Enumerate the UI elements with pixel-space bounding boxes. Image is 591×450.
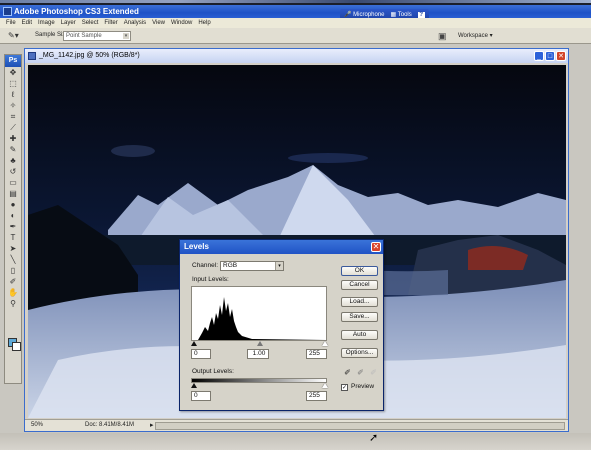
black-point-eyedropper-icon[interactable]: ✐ xyxy=(343,368,352,377)
marquee-tool-icon[interactable]: ⬚ xyxy=(5,78,21,89)
menu-file[interactable]: File xyxy=(6,20,16,26)
input-black-slider[interactable] xyxy=(191,341,197,346)
save-button[interactable]: Save... xyxy=(341,312,378,322)
photoshop-app-icon xyxy=(3,7,12,16)
status-menu-arrow-icon[interactable]: ▸ xyxy=(150,420,154,431)
hand-tool-icon[interactable]: ✋ xyxy=(5,287,21,298)
horizontal-scrollbar[interactable] xyxy=(155,422,565,430)
ok-button[interactable]: OK xyxy=(341,266,378,276)
history-brush-tool-icon[interactable]: ↺ xyxy=(5,166,21,177)
menu-window[interactable]: Window xyxy=(171,20,192,26)
input-white-field[interactable]: 255 xyxy=(306,349,327,359)
type-tool-icon[interactable]: T xyxy=(5,232,21,243)
preview-checkbox[interactable]: ✓ xyxy=(341,384,348,391)
workspace-menu[interactable]: Workspace ▾ xyxy=(458,32,493,39)
menu-filter[interactable]: Filter xyxy=(104,20,117,26)
app-titlebar: Adobe Photoshop CS3 Extended xyxy=(0,5,591,18)
menu-layer[interactable]: Layer xyxy=(61,20,76,26)
cancel-button[interactable]: Cancel xyxy=(341,280,378,290)
lasso-tool-icon[interactable]: ℓ xyxy=(5,89,21,100)
sample-size-select[interactable]: Point Sample ▾ xyxy=(63,31,131,41)
menu-help[interactable]: Help xyxy=(198,20,210,26)
screen-bottom-area xyxy=(0,433,591,450)
chevron-down-icon: ▾ xyxy=(123,33,129,39)
levels-title: Levels xyxy=(184,242,209,251)
menu-select[interactable]: Select xyxy=(82,20,99,26)
options-button[interactable]: Options... xyxy=(341,348,378,358)
notes-tool-icon[interactable]: ▯ xyxy=(5,265,21,276)
histogram xyxy=(191,286,327,341)
menu-view[interactable]: View xyxy=(152,20,165,26)
input-black-field[interactable]: 0 xyxy=(191,349,211,359)
load-button[interactable]: Load... xyxy=(341,297,378,307)
document-icon xyxy=(28,52,36,60)
background-color-swatch[interactable] xyxy=(12,342,21,351)
maximize-button[interactable]: □ xyxy=(545,51,555,61)
output-white-slider[interactable] xyxy=(322,383,328,388)
dodge-tool-icon[interactable]: ◐ xyxy=(5,210,21,221)
doc-size-info: Doc: 8.41M/8.41M xyxy=(85,422,135,428)
pen-tool-icon[interactable]: ✒ xyxy=(5,221,21,232)
photoshop-logo: Ps xyxy=(5,55,21,67)
quick-select-tool-icon[interactable]: ✧ xyxy=(5,100,21,111)
input-gamma-slider[interactable] xyxy=(257,341,263,346)
gray-point-eyedropper-icon[interactable]: ✐ xyxy=(356,368,365,377)
minimize-button[interactable]: _ xyxy=(534,51,544,61)
close-button[interactable]: ✕ xyxy=(556,51,566,61)
healing-tool-icon[interactable]: ✚ xyxy=(5,133,21,144)
status-bar: 50% Doc: 8.41M/8.41M ▸ xyxy=(25,419,568,431)
stamp-tool-icon[interactable]: ♣ xyxy=(5,155,21,166)
dialog-close-button[interactable]: ✕ xyxy=(371,242,381,252)
white-point-eyedropper-icon[interactable]: ✐ xyxy=(369,368,378,377)
auto-button[interactable]: Auto xyxy=(341,330,378,340)
monitor-reflection xyxy=(0,0,591,3)
input-white-slider[interactable] xyxy=(322,341,328,346)
app-title: Adobe Photoshop CS3 Extended xyxy=(14,7,139,16)
options-bar: ✎▾ Sample Size: Point Sample ▾ ▣ Workspa… xyxy=(0,28,591,44)
eraser-tool-icon[interactable]: ▭ xyxy=(5,177,21,188)
output-black-field[interactable]: 0 xyxy=(191,391,211,401)
eyedropper-tool-icon[interactable]: ✎▾ xyxy=(8,31,22,41)
blur-tool-icon[interactable]: ● xyxy=(5,199,21,210)
chevron-down-icon: ▾ xyxy=(275,262,283,270)
channel-label: Channel: xyxy=(192,262,219,269)
output-gradient xyxy=(191,378,327,383)
channel-value: RGB xyxy=(223,262,238,269)
zoom-tool-icon[interactable]: ⚲ xyxy=(5,298,21,309)
output-white-field[interactable]: 255 xyxy=(306,391,327,401)
menu-edit[interactable]: Edit xyxy=(22,20,32,26)
output-black-slider[interactable] xyxy=(191,383,197,388)
preview-label: Preview xyxy=(351,383,375,390)
document-title: _MG_1142.jpg @ 50% (RGB/8*) xyxy=(39,52,140,59)
camera-icon[interactable]: ▣ xyxy=(438,31,447,42)
output-levels-label: Output Levels: xyxy=(192,368,234,375)
slice-tool-icon[interactable]: ⟋ xyxy=(5,122,21,133)
path-select-tool-icon[interactable]: ➤ xyxy=(5,243,21,254)
brush-tool-icon[interactable]: ✎ xyxy=(5,144,21,155)
channel-select[interactable]: RGB ▾ xyxy=(220,261,284,271)
eyedropper-icon[interactable]: ✐ xyxy=(5,276,21,287)
levels-titlebar[interactable]: Levels xyxy=(180,240,383,254)
zoom-level[interactable]: 50% xyxy=(31,420,43,431)
sample-size-value: Point Sample xyxy=(66,33,102,39)
document-titlebar[interactable]: _MG_1142.jpg @ 50% (RGB/8*) xyxy=(25,49,568,63)
menu-analysis[interactable]: Analysis xyxy=(124,20,146,26)
input-levels-label: Input Levels: xyxy=(192,276,229,283)
crop-tool-icon[interactable]: ⌗ xyxy=(5,111,21,122)
move-tool-icon[interactable]: ✥ xyxy=(5,67,21,78)
menu-bar: File Edit Image Layer Select Filter Anal… xyxy=(0,18,591,28)
input-gamma-field[interactable]: 1.00 xyxy=(247,349,269,359)
levels-dialog: Levels ✕ Channel: RGB ▾ Input Levels: 0 … xyxy=(179,239,384,411)
mouse-cursor-icon: ➚ xyxy=(369,432,379,444)
toolbox: Ps ✥ ⬚ ℓ ✧ ⌗ ⟋ ✚ ✎ ♣ ↺ ▭ ▤ ● ◐ ✒ T ➤ ╲ ▯… xyxy=(4,54,22,384)
shape-tool-icon[interactable]: ╲ xyxy=(5,254,21,265)
gradient-tool-icon[interactable]: ▤ xyxy=(5,188,21,199)
menu-image[interactable]: Image xyxy=(38,20,55,26)
